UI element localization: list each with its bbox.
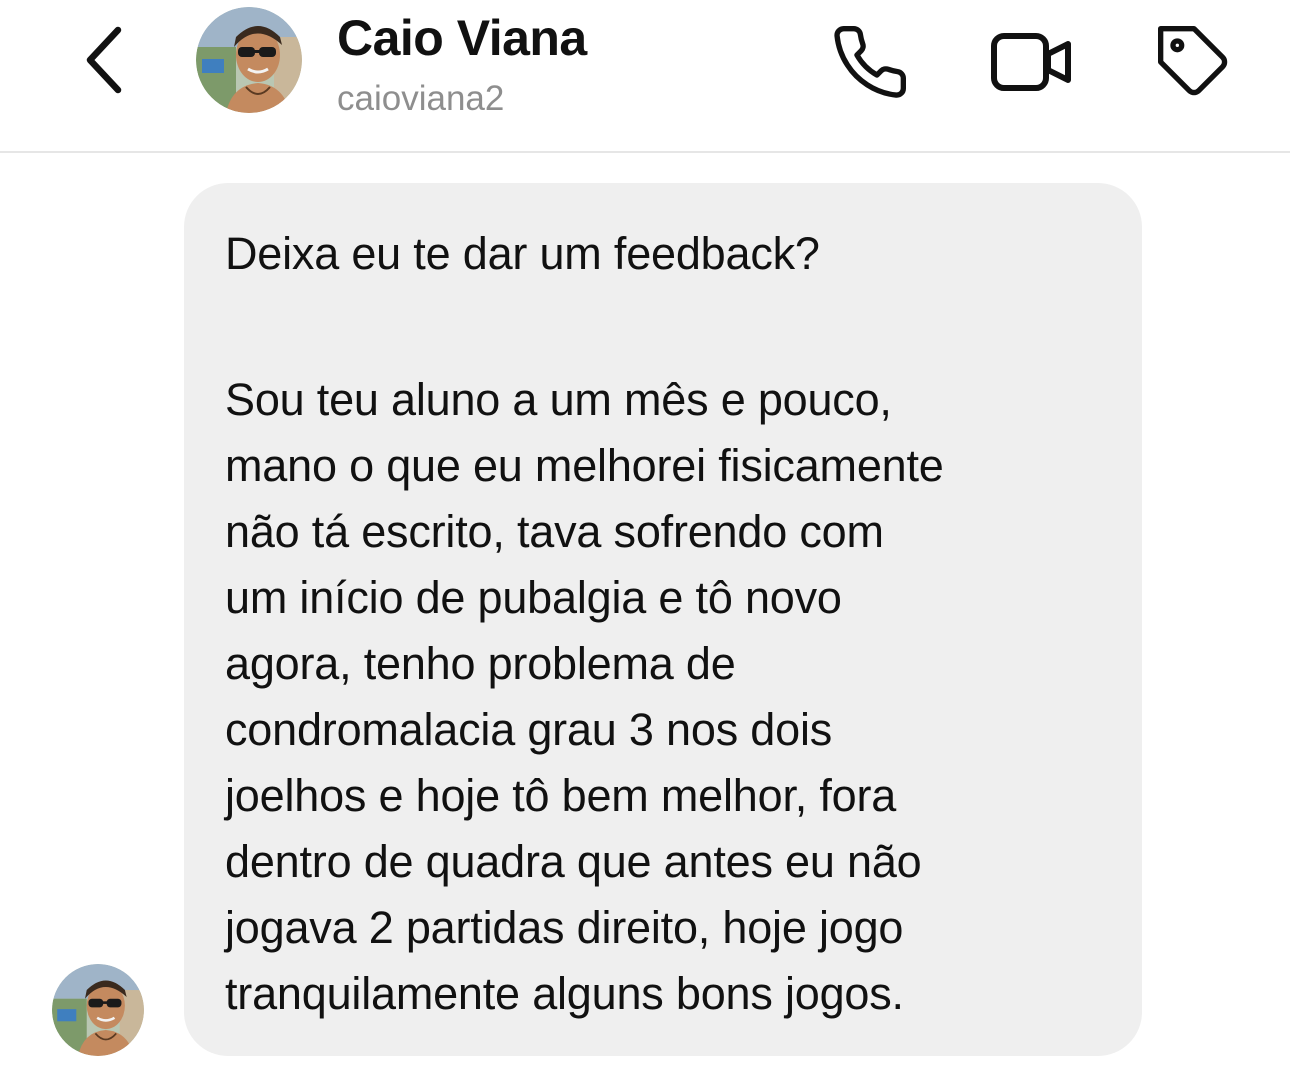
chat-header: Caio Viana caioviana2 [0,0,1290,153]
message-line: tranquilamente alguns bons jogos. [225,968,904,1019]
voice-call-button[interactable] [822,20,918,104]
message-line: joelhos e hoje tô bem melhor, fora [225,770,897,821]
video-camera-icon [991,33,1071,91]
message-paragraph-gap [225,287,1112,367]
message-line: um início de pubalgia e tô novo [225,572,842,623]
contact-name[interactable]: Caio Viana [337,9,587,67]
message-line: jogava 2 partidas direito, hoje jogo [225,902,904,953]
contact-username[interactable]: caioviana2 [337,79,504,119]
tag-icon [1158,26,1228,96]
message-line: agora, tenho problema de [225,638,736,689]
message-paragraph: Sou teu aluno a um mês e pouco, mano o qu… [225,367,1112,1027]
avatar-photo [196,7,302,113]
sender-avatar[interactable] [52,964,144,1056]
tag-button[interactable] [1146,20,1242,104]
back-button[interactable] [72,24,136,96]
message-line: não tá escrito, tava sofrendo com [225,506,884,557]
chevron-left-icon [86,26,122,94]
video-call-button[interactable] [982,20,1082,104]
message-bubble[interactable]: Deixa eu te dar um feedback? Sou teu alu… [184,183,1142,1056]
message-line: mano o que eu melhorei fisicamente [225,440,944,491]
avatar-photo [52,964,144,1056]
message-line: Sou teu aluno a um mês e pouco, [225,374,892,425]
phone-icon [834,26,907,98]
message-line: condromalacia grau 3 nos dois [225,704,833,755]
message-first-line: Deixa eu te dar um feedback? [225,228,820,279]
contact-avatar[interactable] [196,7,302,113]
message-line: dentro de quadra que antes eu não [225,836,922,887]
